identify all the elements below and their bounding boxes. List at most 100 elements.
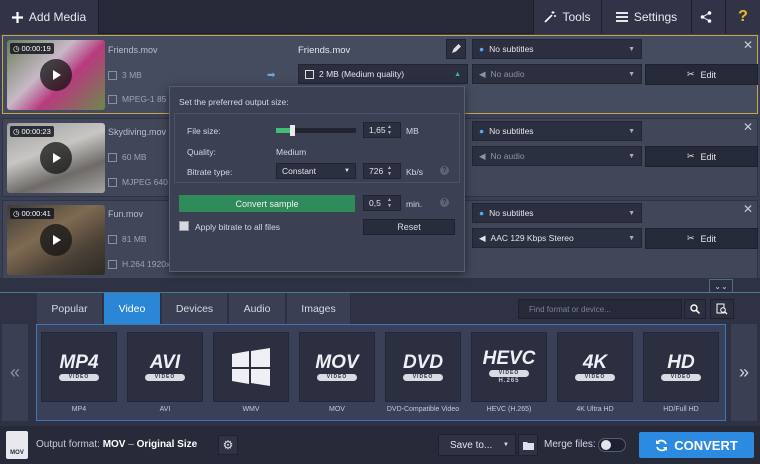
plus-icon — [11, 11, 23, 23]
convert-button[interactable]: CONVERT — [639, 432, 754, 458]
format-label: HD/Full HD — [663, 406, 699, 413]
audio-dropdown[interactable]: ◀ AAC 129 Kbps Stereo ▼ — [472, 228, 642, 248]
edit-button[interactable]: ✂ Edit — [645, 64, 758, 85]
merge-files-label: Merge files: — [544, 439, 596, 450]
video-thumbnail[interactable]: ◷ 00:00:19 — [7, 40, 105, 110]
footer-bar: MOV Output format: MOV – Original Size ⚙… — [0, 426, 760, 464]
tools-button[interactable]: Tools — [533, 0, 602, 34]
scroll-left-button[interactable]: « — [2, 324, 28, 421]
remove-file-icon[interactable]: ✕ — [743, 120, 753, 134]
file-name: Skydiving.mov — [108, 127, 167, 137]
folder-icon — [522, 441, 534, 450]
format-label: 4K Ultra HD — [576, 406, 614, 413]
pencil-icon — [452, 44, 461, 53]
file-size-value: 1,65 — [369, 125, 386, 135]
speaker-icon: ◀ — [479, 68, 486, 79]
tab-video[interactable]: Video — [104, 293, 161, 325]
audio-value: AAC 129 Kbps Stereo — [490, 233, 574, 243]
tab-devices[interactable]: Devices — [162, 293, 228, 325]
play-icon — [53, 153, 61, 163]
format-list: MP4 VIDEO MP4 AVI VIDEO AVI WMV MOV VIDEO M… — [36, 324, 726, 421]
format-tile-dvd[interactable]: DVD VIDEO — [385, 332, 461, 402]
edit-label: Edit — [700, 69, 717, 80]
video-thumbnail[interactable]: ◷ 00:00:23 — [7, 123, 105, 193]
chevron-left-icon: « — [9, 362, 20, 382]
collapse-panel-button[interactable]: ⌄⌄ — [709, 279, 733, 293]
subtitles-dropdown[interactable]: ● No subtitles ▼ — [472, 39, 642, 59]
tab-audio[interactable]: Audio — [229, 293, 286, 325]
rename-button[interactable] — [446, 39, 466, 59]
output-size-dropdown[interactable]: 2 MB (Medium quality) ▲ — [298, 64, 468, 84]
help-icon[interactable]: ? — [440, 198, 449, 207]
bitrate-type-dropdown[interactable]: Constant ▼ — [276, 163, 356, 179]
output-format-preset: Original Size — [136, 439, 198, 450]
tab-images[interactable]: Images — [287, 293, 351, 325]
format-settings-button[interactable]: ⚙ — [218, 435, 238, 455]
format-label: WMV — [242, 406, 260, 413]
chevron-down-icon: ▼ — [628, 70, 635, 78]
convert-sample-button[interactable]: Convert sample — [179, 195, 355, 212]
save-to-label: Save to... — [450, 439, 493, 451]
format-tile-hevc[interactable]: HEVC VIDEO H.265 — [471, 332, 547, 402]
chevron-up-icon: ▲ — [454, 70, 461, 78]
clock-icon: ◷ — [13, 127, 20, 136]
help-icon[interactable]: ? — [440, 166, 449, 175]
spinner-icon[interactable]: ▲ ▼ — [387, 124, 395, 136]
format-tile-hd[interactable]: HD VIDEO — [643, 332, 719, 402]
sample-length-unit: min. — [406, 199, 423, 209]
subtitles-value: No subtitles — [489, 44, 534, 54]
file-icon — [108, 70, 117, 80]
audio-value: No audio — [490, 151, 525, 161]
bitrate-input[interactable]: 726 ▲ ▼ — [363, 163, 401, 179]
file-size-input[interactable]: 1,65 ▲ ▼ — [363, 122, 401, 138]
audio-dropdown[interactable]: ◀ No audio ▼ — [472, 146, 642, 166]
film-icon — [108, 259, 117, 269]
spinner-icon[interactable]: ▲ ▼ — [387, 197, 395, 209]
merge-files-toggle[interactable] — [598, 438, 626, 452]
search-button[interactable] — [684, 299, 706, 319]
play-button[interactable] — [40, 224, 72, 256]
subtitles-value: No subtitles — [489, 126, 534, 136]
tab-popular[interactable]: Popular — [37, 293, 103, 325]
tab-label: Audio — [243, 303, 271, 315]
edit-button[interactable]: ✂ Edit — [645, 146, 758, 167]
format-tile-4k[interactable]: 4K VIDEO — [557, 332, 633, 402]
slider-handle[interactable] — [290, 125, 295, 136]
spinner-icon[interactable]: ▲ ▼ — [387, 165, 395, 177]
format-tile-mp4[interactable]: MP4 VIDEO — [41, 332, 117, 402]
scissors-icon: ✂ — [686, 151, 695, 161]
play-button[interactable] — [40, 59, 72, 91]
detect-device-button[interactable] — [710, 299, 734, 319]
chevron-down-icon: ▼ — [628, 234, 635, 242]
format-tile-mov[interactable]: MOV VIDEO — [299, 332, 375, 402]
format-tile-avi[interactable]: AVI VIDEO — [127, 332, 203, 402]
subtitles-dropdown[interactable]: ● No subtitles ▼ — [472, 121, 642, 141]
remove-file-icon[interactable]: ✕ — [743, 38, 753, 52]
save-to-dropdown[interactable]: Save to... ▼ — [438, 434, 516, 456]
video-thumbnail[interactable]: ◷ 00:00:41 — [7, 205, 105, 275]
output-format-file-icon: MOV — [6, 431, 28, 459]
format-label: AVI — [159, 406, 171, 413]
edit-label: Edit — [700, 233, 717, 244]
format-tile-wmv[interactable] — [213, 332, 289, 402]
remove-file-icon[interactable]: ✕ — [743, 202, 753, 216]
subtitles-dropdown[interactable]: ● No subtitles ▼ — [472, 203, 642, 223]
bitrate-value: 726 — [369, 166, 384, 176]
apply-all-checkbox[interactable] — [179, 221, 189, 231]
sample-length-input[interactable]: 0,5 ▲ ▼ — [363, 195, 401, 211]
output-format-text: Output format: MOV – Original Size — [36, 439, 197, 450]
share-button[interactable] — [692, 0, 726, 34]
scroll-right-button[interactable]: » — [731, 324, 757, 421]
edit-button[interactable]: ✂ Edit — [645, 228, 758, 249]
help-icon[interactable]: ? — [726, 0, 760, 34]
speech-bubble-icon: ● — [479, 126, 485, 136]
open-folder-button[interactable] — [518, 434, 538, 456]
reset-button[interactable]: Reset — [363, 219, 455, 235]
play-button[interactable] — [40, 142, 72, 174]
add-media-button[interactable]: Add Media — [0, 0, 99, 34]
audio-dropdown[interactable]: ◀ No audio ▼ — [472, 64, 642, 84]
format-logo: AVI — [149, 351, 181, 373]
format-search-input[interactable]: Find format or device... — [518, 299, 682, 319]
settings-button[interactable]: Settings — [602, 0, 692, 34]
file-size-slider[interactable] — [276, 125, 356, 136]
